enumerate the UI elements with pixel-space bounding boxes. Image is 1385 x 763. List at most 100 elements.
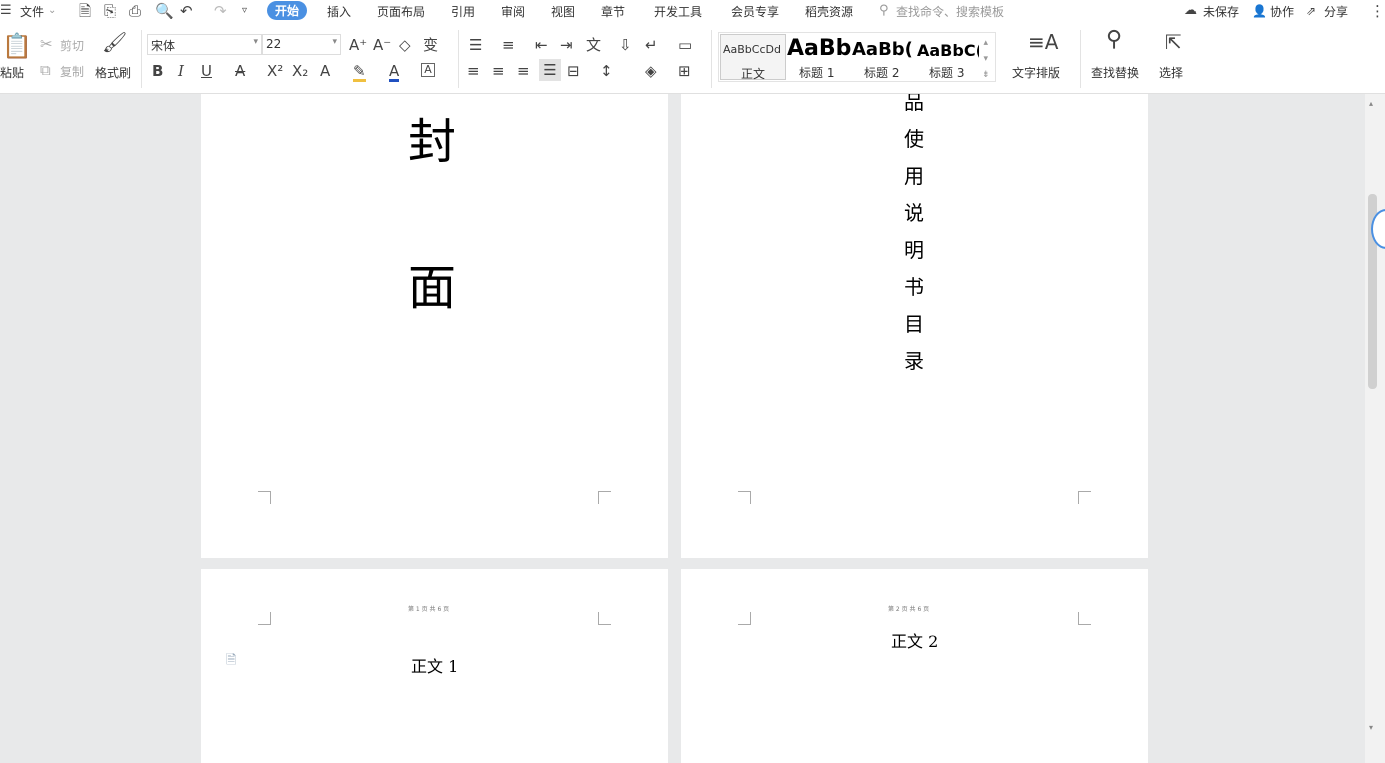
tab-references[interactable]: 引用 (451, 3, 475, 20)
tab-stops-icon[interactable]: ▭ (678, 37, 692, 53)
style-name: 标题 1 (799, 64, 834, 80)
file-menu[interactable]: 文件 (20, 3, 44, 20)
paste-icon[interactable]: 📋 (2, 34, 32, 58)
justify-icon[interactable]: ☰ (539, 59, 561, 81)
vertical-scrollbar[interactable]: ▴ ▾ (1365, 94, 1385, 763)
increase-indent-icon[interactable]: ⇥ (560, 37, 573, 53)
style-heading-2[interactable]: AaBb( 标题 2 (852, 34, 916, 80)
font-color-icon[interactable]: A (389, 63, 399, 82)
paste-button[interactable]: 粘贴 (0, 64, 24, 81)
sort-icon[interactable]: ⇩ (619, 37, 632, 53)
scroll-down-icon[interactable]: ▾ (1369, 720, 1373, 736)
tab-section[interactable]: 章节 (601, 3, 625, 20)
tab-home[interactable]: 开始 (267, 1, 307, 20)
style-heading-3[interactable]: AaBbC( 标题 3 (917, 34, 979, 80)
save-icon[interactable]: 🗎 (79, 3, 91, 19)
share-button[interactable]: 分享 (1324, 3, 1348, 20)
redo-icon[interactable]: ↷ (214, 3, 227, 19)
tab-docer[interactable]: 稻壳资源 (805, 3, 853, 20)
text-layout-icon: ≡A (1028, 34, 1058, 50)
grow-font-icon[interactable]: A⁺ (349, 37, 367, 53)
tab-insert[interactable]: 插入 (327, 3, 351, 20)
document-area[interactable]: 封 面 品使用说明书目录 第 1 页 共 6 页 🗎 正文 1 第 2 页 共 … (0, 94, 1365, 763)
font-name-select[interactable]: 宋体 (147, 34, 262, 55)
cut-button[interactable]: 剪切 (60, 37, 84, 54)
tab-view[interactable]: 视图 (551, 3, 575, 20)
format-painter-button[interactable]: 格式刷 (95, 64, 131, 81)
divider (141, 30, 142, 88)
divider (458, 30, 459, 88)
font-size-select[interactable]: 22 (262, 34, 341, 55)
bullet-list-icon[interactable]: ☰ (469, 37, 482, 53)
decrease-indent-icon[interactable]: ⇤ (535, 37, 548, 53)
style-heading-1[interactable]: AaBb 标题 1 (787, 34, 851, 80)
tab-review[interactable]: 审阅 (501, 3, 525, 20)
format-painter-icon: 🖌 (102, 34, 127, 50)
unsaved-status[interactable]: 未保存 (1203, 3, 1239, 20)
page-4[interactable]: 第 2 页 共 6 页 正文 2 (681, 569, 1148, 763)
subscript-icon[interactable]: X₂ (292, 63, 308, 79)
superscript-icon[interactable]: X² (267, 63, 283, 79)
margin-mark (258, 612, 271, 625)
scroll-up-icon[interactable]: ▴ (1369, 96, 1373, 112)
shading-icon[interactable]: ◈ (645, 63, 657, 79)
text-effect-icon[interactable]: A (320, 63, 330, 79)
page-3[interactable]: 第 1 页 共 6 页 🗎 正文 1 (201, 569, 668, 763)
page-header: 第 2 页 共 6 页 (888, 604, 929, 613)
margin-mark (738, 491, 751, 504)
command-search[interactable]: 查找命令、搜索模板 (896, 3, 1004, 20)
page-header: 第 1 页 共 6 页 (408, 604, 449, 613)
tab-page-layout[interactable]: 页面布局 (377, 3, 425, 20)
borders-icon[interactable]: ⊞ (678, 63, 691, 79)
text-layout-button[interactable]: 文字排版 (1012, 64, 1060, 81)
style-name: 标题 2 (864, 64, 899, 80)
cursor-icon: ⇱ (1165, 34, 1182, 50)
tab-developer[interactable]: 开发工具 (654, 3, 702, 20)
italic-icon[interactable]: I (178, 63, 184, 79)
paragraph-handle-icon[interactable]: 🗎 (226, 653, 236, 669)
chevron-down-icon[interactable]: ⌄ (48, 3, 56, 19)
shrink-font-icon[interactable]: A⁻ (373, 37, 391, 53)
chinese-layout-icon[interactable]: 文 (586, 37, 601, 53)
highlight-icon[interactable]: ✎ (353, 63, 366, 82)
distribute-icon[interactable]: ⊟ (567, 63, 580, 79)
strikethrough-icon[interactable]: A (235, 63, 245, 79)
cloud-icon: ☁ (1184, 3, 1197, 19)
undo-icon[interactable]: ↶ (180, 3, 193, 19)
cover-char: 面 (408, 248, 456, 318)
gallery-scroll-icon[interactable]: ▴▾⇟ (982, 35, 990, 83)
margin-mark (738, 612, 751, 625)
more-icon[interactable]: ⋮ (1370, 3, 1385, 19)
tab-member[interactable]: 会员专享 (731, 3, 779, 20)
print-preview-icon[interactable]: 🔍 (155, 3, 174, 19)
collab-button[interactable]: 协作 (1270, 3, 1294, 20)
user-add-icon: 👤 (1252, 3, 1267, 19)
print-icon[interactable]: ⎙ (129, 3, 141, 19)
align-center-icon[interactable]: ≡ (492, 63, 505, 79)
style-normal[interactable]: AaBbCcDd 正文 (720, 34, 786, 80)
show-marks-icon[interactable]: ↵ (645, 37, 658, 53)
page-1[interactable]: 封 面 (201, 94, 668, 558)
customize-icon[interactable]: ▿ (242, 3, 247, 19)
menu-bar: ☰ 文件 ⌄ 🗎 ⎘ ⎙ 🔍 ↶ ↷ ▿ 开始 插入 页面布局 引用 审阅 视图… (0, 0, 1385, 22)
style-gallery: AaBbCcDd 正文 AaBb 标题 1 AaBb( 标题 2 AaBbC( … (718, 32, 996, 82)
export-icon[interactable]: ⎘ (104, 3, 116, 19)
share-icon: ⇗ (1306, 3, 1316, 19)
copy-icon: ⧉ (40, 62, 51, 78)
find-replace-button[interactable]: 查找替换 (1091, 64, 1139, 81)
page-2[interactable]: 品使用说明书目录 (681, 94, 1148, 558)
clear-format-icon[interactable]: ◇ (399, 37, 411, 53)
char-border-icon[interactable]: A (421, 63, 435, 77)
underline-icon[interactable]: U (201, 63, 212, 79)
menu-icon[interactable]: ☰ (0, 3, 12, 19)
align-left-icon[interactable]: ≡ (467, 63, 480, 79)
line-spacing-icon[interactable]: ↕ (600, 63, 613, 79)
bold-icon[interactable]: B (152, 63, 163, 79)
ribbon: 📋 粘贴 ✂ 剪切 ⧉ 复制 🖌 格式刷 宋体 22 A⁺ A⁻ ◇ 变 B I… (0, 22, 1385, 94)
align-right-icon[interactable]: ≡ (517, 63, 530, 79)
pinyin-icon[interactable]: 变 (423, 37, 438, 53)
select-button[interactable]: 选择 (1159, 64, 1183, 81)
copy-button[interactable]: 复制 (60, 63, 84, 80)
style-preview: AaBbC( (917, 41, 979, 60)
numbered-list-icon[interactable]: ≡ (502, 37, 515, 53)
